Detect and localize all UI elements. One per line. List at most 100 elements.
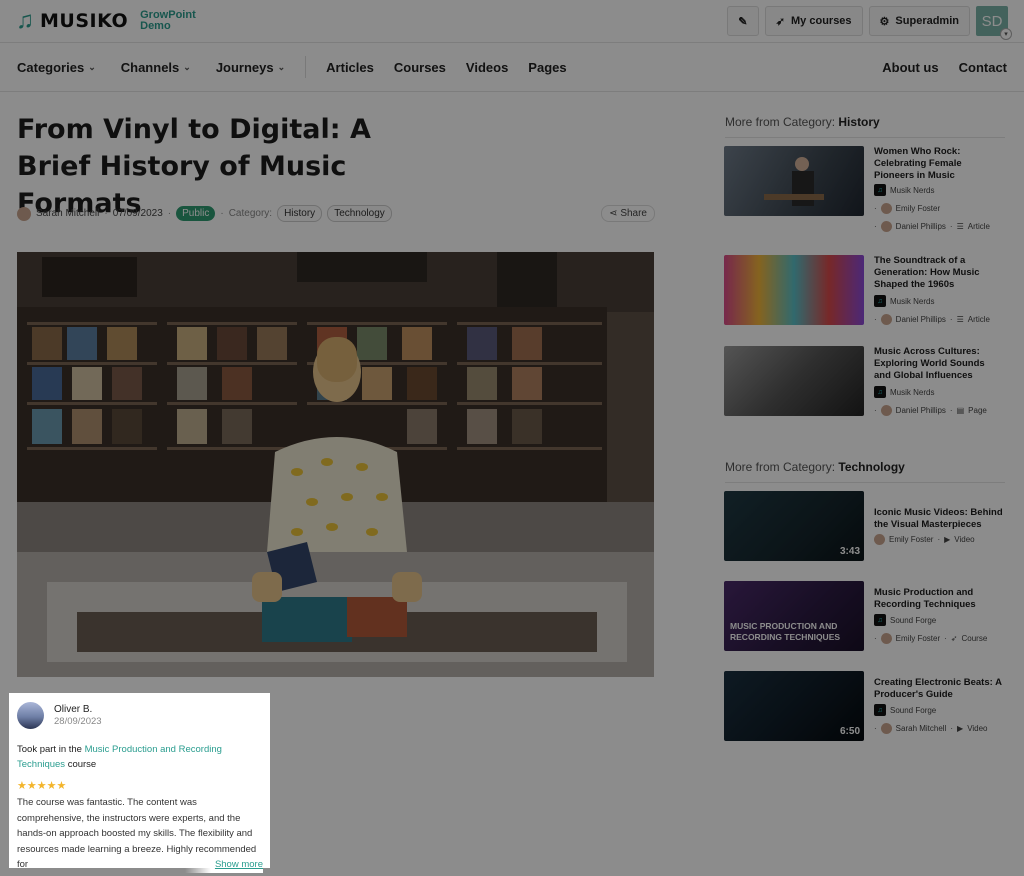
card-title[interactable]: Music Across Cultures: Exploring World S…	[874, 346, 1004, 382]
status-badge: Public	[176, 206, 216, 221]
nav-channels[interactable]: Channels ⌄	[121, 60, 191, 75]
sidebar-card[interactable]: 6:50 Creating Electronic Beats: A Produc…	[724, 671, 1014, 743]
channel-icon: ♫	[874, 295, 886, 307]
article-icon: ☰	[956, 222, 964, 231]
brand-logo[interactable]: ♫ MUSIKO GrowPoint Demo	[16, 9, 196, 33]
guitarist-thumbnail	[764, 157, 824, 206]
sidebar-card[interactable]: 3:43 Iconic Music Videos: Behind the Vis…	[724, 491, 1014, 563]
channel-name[interactable]: Musik Nerds	[890, 186, 934, 195]
card-thumbnail[interactable]	[724, 346, 864, 416]
sidebar-heading-technology: More from Category: Technology	[725, 460, 1005, 483]
rocket-icon: ➶	[950, 634, 958, 643]
content-type: Article	[967, 222, 990, 231]
nav-right: About us Contact	[882, 60, 1007, 75]
content-type: Page	[968, 406, 987, 415]
card-title[interactable]: The Soundtrack of a Generation: How Musi…	[874, 255, 1004, 291]
author-avatar	[880, 633, 892, 644]
author-name[interactable]: Sarah Mitchell	[36, 208, 99, 219]
content-type: Course	[961, 634, 988, 643]
author-avatar	[880, 203, 892, 214]
hero-image	[17, 252, 654, 677]
reviewer-avatar	[17, 702, 44, 729]
card-thumbnail[interactable]	[724, 255, 864, 325]
main-nav: Categories ⌄ Channels ⌄ Journeys ⌄ Articles…	[0, 42, 1024, 92]
user-avatar[interactable]: SD ▾	[976, 6, 1012, 40]
tag-technology[interactable]: Technology	[327, 205, 392, 222]
sidebar-card[interactable]: Music Across Cultures: Exploring World S…	[724, 346, 1014, 418]
nav-courses[interactable]: Courses	[394, 60, 446, 75]
author-name[interactable]: Emily Foster	[889, 535, 933, 544]
author-name[interactable]: Daniel Phillips	[896, 222, 946, 231]
author-avatar	[880, 405, 892, 416]
card-thumbnail[interactable]: MUSIC PRODUCTION AND RECORDING TECHNIQUE…	[724, 581, 864, 651]
top-bar: ♫ MUSIKO GrowPoint Demo ✎ ➶ My courses ⚙…	[0, 0, 1024, 42]
brand-name: MUSIKO	[40, 10, 129, 32]
author-avatar	[874, 534, 885, 545]
author-name[interactable]: Daniel Phillips	[896, 406, 946, 415]
review-date: 28/09/2023	[54, 716, 102, 727]
chevron-down-icon: ⌄	[183, 61, 191, 72]
tag-history[interactable]: History	[277, 205, 323, 222]
top-actions: ✎ ➶ My courses ⚙ Superadmin SD ▾	[726, 6, 1012, 40]
channel-name[interactable]: Musik Nerds	[890, 297, 934, 306]
content-type: Article	[967, 315, 990, 324]
author-avatar	[880, 723, 892, 734]
share-button[interactable]: ⋖ Share	[601, 205, 655, 222]
rocket-icon: ➶	[775, 15, 786, 28]
play-icon: ▶	[944, 535, 951, 544]
channel-name[interactable]: Sound Forge	[890, 616, 936, 625]
sidebar-card[interactable]: Women Who Rock: Celebrating Female Pione…	[724, 146, 1014, 232]
card-thumbnail[interactable]	[724, 146, 864, 216]
play-icon: ▶	[957, 724, 964, 733]
channel-name[interactable]: Musik Nerds	[890, 388, 934, 397]
nav-pages[interactable]: Pages	[528, 60, 566, 75]
card-title[interactable]: Music Production and Recording Technique…	[874, 587, 1004, 611]
category-label: Category:	[228, 208, 273, 219]
chevron-down-icon: ▾	[1000, 28, 1012, 40]
card-title[interactable]: Women Who Rock: Celebrating Female Pione…	[874, 146, 1004, 182]
author-name[interactable]: Daniel Phillips	[896, 315, 946, 324]
superadmin-button[interactable]: ⚙ Superadmin	[868, 6, 970, 36]
nav-articles[interactable]: Articles	[326, 60, 374, 75]
author-avatar	[880, 221, 892, 232]
review-text: The course was fantastic. The content wa…	[17, 795, 263, 873]
show-more-link[interactable]: Show more	[184, 857, 263, 873]
edit-button[interactable]: ✎	[726, 6, 759, 36]
author-avatar	[17, 206, 31, 221]
sidebar-card[interactable]: MUSIC PRODUCTION AND RECORDING TECHNIQUE…	[724, 581, 1014, 653]
author-name[interactable]: Sarah Mitchell	[896, 724, 947, 733]
chevron-down-icon: ⌄	[88, 61, 96, 72]
channel-icon: ♫	[874, 184, 886, 196]
author-name[interactable]: Emily Foster	[896, 634, 940, 643]
nav-contact[interactable]: Contact	[959, 60, 1007, 75]
card-title[interactable]: Creating Electronic Beats: A Producer's …	[874, 677, 1004, 701]
review-course-line: Took part in the Music Production and Re…	[17, 744, 222, 770]
nav-videos[interactable]: Videos	[466, 60, 508, 75]
video-duration: 3:43	[839, 546, 860, 557]
sidebar-card[interactable]: The Soundtrack of a Generation: How Musi…	[724, 255, 1014, 327]
card-thumbnail[interactable]: 6:50	[724, 671, 864, 741]
nav-journeys[interactable]: Journeys ⌄	[216, 60, 285, 75]
pencil-icon: ✎	[738, 15, 748, 28]
gear-icon: ⚙	[879, 15, 890, 28]
nav-about-us[interactable]: About us	[882, 60, 938, 75]
card-title[interactable]: Iconic Music Videos: Behind the Visual M…	[874, 507, 1004, 531]
channel-icon: ♫	[874, 614, 886, 626]
content-type: Video	[954, 535, 975, 544]
chevron-down-icon: ⌄	[277, 61, 286, 72]
review-card: Oliver B. 28/09/2023 Took part in the Mu…	[9, 693, 270, 873]
content-type: Video	[967, 724, 988, 733]
star-rating: ★★★★★	[17, 780, 67, 792]
channel-icon: ♫	[874, 704, 886, 716]
video-duration: 6:50	[839, 726, 860, 737]
page-icon: ▤	[956, 406, 965, 415]
nav-categories[interactable]: Categories ⌄	[17, 60, 96, 75]
card-thumbnail[interactable]: 3:43	[724, 491, 864, 561]
my-courses-button[interactable]: ➶ My courses	[764, 6, 863, 36]
article-meta: Sarah Mitchell · 07/09/2023 · Public · C…	[17, 205, 655, 222]
channel-name[interactable]: Sound Forge	[890, 706, 936, 715]
channel-icon: ♫	[874, 386, 886, 398]
brand-subtitle: GrowPoint Demo	[140, 9, 196, 32]
share-icon: ⋖	[609, 208, 618, 219]
author-name[interactable]: Emily Foster	[896, 204, 940, 213]
